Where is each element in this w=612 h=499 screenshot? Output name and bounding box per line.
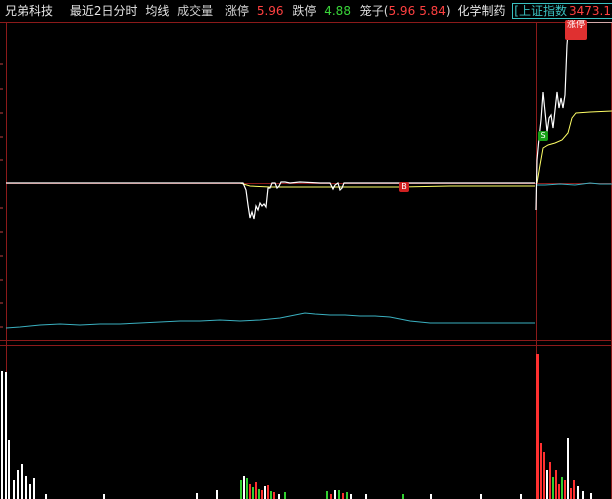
limit-up-value: 5.96 (256, 4, 284, 18)
grid (0, 22, 612, 499)
volume-bar (520, 494, 522, 499)
volume-bar (577, 486, 579, 499)
volume-bar (273, 492, 275, 499)
sell-marker[interactable]: S (538, 131, 548, 141)
volume-bar (567, 438, 569, 499)
volume-bar (590, 493, 592, 499)
cage-low-value: 5.84 (419, 4, 446, 18)
volume-bar (8, 440, 10, 499)
volume-bar (342, 493, 344, 499)
volume-bar (29, 484, 31, 499)
volume-bar (549, 462, 551, 499)
volume-bar (338, 490, 340, 499)
chart-svg[interactable] (0, 22, 612, 499)
volume-bar (243, 476, 245, 499)
volume-bar (261, 490, 263, 499)
volume-bar (536, 354, 539, 499)
chart-header: 兄弟科技 最近2日分时 均线 成交量 涨停 5.96 跌停 4.88 笼子(5.… (0, 0, 612, 22)
volume-label[interactable]: 成交量 (177, 0, 213, 22)
volume-bar (546, 470, 548, 499)
volume-bar (33, 478, 35, 499)
volume-bar (13, 480, 15, 499)
volume-bar (21, 464, 23, 499)
volume-bar (334, 490, 336, 499)
industry-label[interactable]: 化学制药 (457, 0, 505, 22)
volume-bar (326, 491, 328, 499)
volume-bar (196, 493, 198, 499)
avg-line-label[interactable]: 均线 (145, 0, 169, 22)
volume-bar (582, 491, 584, 499)
volume-bar (570, 488, 572, 499)
limit-down-label: 跌停 (292, 4, 317, 18)
volume-bar (564, 480, 566, 499)
index-name: [上证指数 (514, 4, 567, 18)
volume-bar (45, 494, 47, 499)
volume-bar (278, 494, 280, 499)
volume-bar (258, 489, 260, 499)
limit-up-label: 涨停 (225, 4, 250, 18)
volume-bar (402, 494, 404, 499)
limit-down-value: 4.88 (324, 4, 351, 18)
volume-bar (25, 476, 27, 499)
volume-bar (555, 470, 557, 499)
volume-bar (103, 494, 105, 499)
volume-bar (264, 486, 266, 499)
volume-bar (552, 477, 554, 499)
volume-bar (284, 492, 286, 499)
stock-name[interactable]: 兄弟科技 (5, 0, 53, 22)
volume-bar (240, 480, 242, 499)
volume-bar (252, 487, 254, 499)
index-value: 3473.13 0.02%] (568, 4, 612, 18)
left-axis-ticks (0, 63, 3, 328)
volume-bar (480, 494, 482, 499)
cage-high-value: 5.96 (388, 4, 416, 18)
volume-bar (216, 490, 218, 499)
volume-bar (17, 470, 19, 499)
intraday-chart-window: 兄弟科技 最近2日分时 均线 成交量 涨停 5.96 跌停 4.88 笼子(5.… (0, 0, 612, 499)
volume-bar (246, 478, 248, 499)
price-line (6, 181, 535, 220)
volume-bar (540, 443, 542, 499)
volume-bar (270, 491, 272, 499)
volume-bar (365, 494, 367, 499)
volume-bar (330, 494, 332, 499)
volume-bar (561, 477, 563, 499)
volume-bar (350, 494, 352, 499)
cage-close-paren: ) (445, 4, 451, 18)
volume-bar (1, 371, 3, 499)
volume-bar (346, 492, 348, 499)
volume-bar (430, 494, 432, 499)
index-line (5, 312, 535, 329)
volume-bars (1, 354, 592, 499)
volume-bar (558, 484, 560, 499)
index-box[interactable]: [上证指数3473.13 0.02%] (512, 3, 612, 19)
volume-bar (249, 484, 251, 499)
limit-up-tag: 涨停 (565, 20, 587, 40)
volume-bar (5, 372, 7, 499)
volume-bar (255, 482, 257, 499)
cage-label: 笼子 (359, 4, 384, 18)
volume-bar (543, 452, 545, 499)
chart-area[interactable] (0, 22, 612, 499)
volume-bar (573, 480, 575, 499)
buy-marker[interactable]: B (399, 182, 409, 192)
volume-bar (267, 485, 269, 499)
period-label[interactable]: 最近2日分时 (70, 0, 138, 22)
